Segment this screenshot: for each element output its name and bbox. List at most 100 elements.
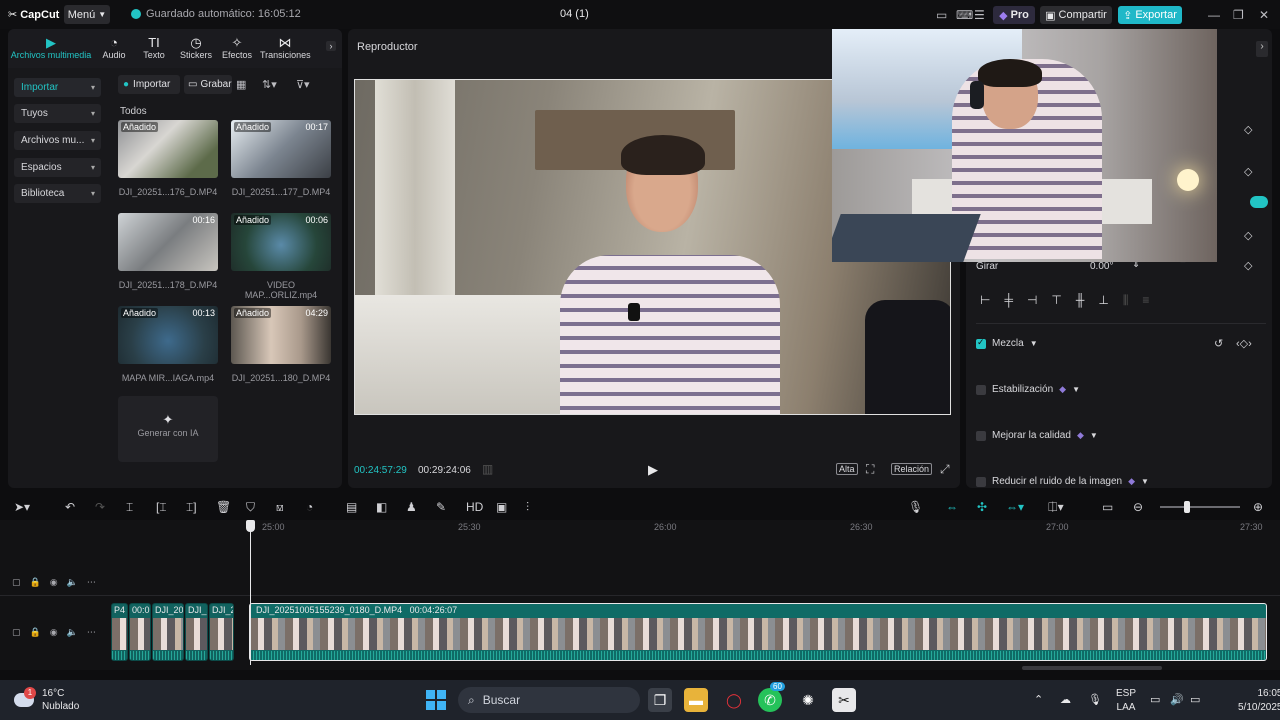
preview-axis-icon[interactable]: ⎅▾ xyxy=(1048,500,1064,515)
keyframe-icon[interactable]: ◇ xyxy=(1244,165,1252,178)
play-button[interactable]: ▶ xyxy=(648,462,658,478)
align-top-icon[interactable]: ⊤ xyxy=(1051,293,1061,308)
keyframe-icon[interactable]: ‹◇› xyxy=(1236,337,1252,350)
track-type-icon[interactable]: ▢ xyxy=(12,627,21,638)
layout-icon[interactable]: ▭ xyxy=(936,8,947,22)
sidebar-item-tuyos[interactable]: Tuyos ▾ xyxy=(14,104,101,123)
microphone-icon[interactable]: 🎙 xyxy=(908,500,923,514)
lock-icon[interactable]: 🔒 xyxy=(30,627,41,638)
chevron-up-icon[interactable]: ⌃ xyxy=(1034,693,1043,706)
magic-wand-icon[interactable]: ✎ xyxy=(436,500,446,514)
menu-lines-icon[interactable]: ☰ xyxy=(974,8,985,22)
sidebar-item-espacios[interactable]: Espacios ▾ xyxy=(14,158,101,177)
crop-icon[interactable]: ⟏ xyxy=(276,500,284,515)
auto-snap-icon[interactable]: ✣ xyxy=(977,500,987,514)
media-thumb[interactable]: Añadido 00:17 xyxy=(231,120,331,178)
tab-media[interactable]: ▶ Archivos multimedia xyxy=(10,35,92,60)
timeline-clip[interactable]: 00:0 xyxy=(129,603,151,661)
zoom-slider-track[interactable] xyxy=(1160,506,1240,508)
close-icon[interactable]: ✕ xyxy=(1259,8,1269,22)
pro-button[interactable]: ◆ Pro xyxy=(993,6,1035,24)
opera-icon[interactable]: ◯ xyxy=(722,688,746,712)
trim-right-icon[interactable]: ⌶] xyxy=(186,500,197,515)
shield-icon[interactable]: ⛉ xyxy=(246,500,255,515)
timeline-clip-selected[interactable]: DJI_20251005155239_0180_D.MP4 00:04:26:0… xyxy=(249,603,1267,661)
windows-start-button[interactable] xyxy=(426,690,446,710)
timeline-clip[interactable]: DJI_2 xyxy=(209,603,234,661)
language-indicator[interactable]: ESP LAA xyxy=(1116,687,1136,715)
grid-view-icon[interactable]: ▦ xyxy=(236,78,246,91)
align-middle-v-icon[interactable]: ╫ xyxy=(1076,293,1085,308)
system-clock[interactable]: 16:05 5/10/2025 xyxy=(1238,687,1280,715)
export-button[interactable]: ⇪ Exportar xyxy=(1118,6,1182,24)
sidebar-item-importar[interactable]: Importar ▾ xyxy=(14,78,101,97)
speaker-icon[interactable]: 🔊 xyxy=(1170,693,1184,706)
keyframe-icon[interactable]: ◇ xyxy=(1244,123,1252,136)
minimize-icon[interactable]: — xyxy=(1208,8,1220,22)
undo-icon[interactable]: ↶ xyxy=(65,500,75,514)
person-icon[interactable]: ♟ xyxy=(406,500,417,514)
capcut-taskbar-icon[interactable]: ✂ xyxy=(832,688,856,712)
volume-icon[interactable]: 🔈 xyxy=(67,577,78,588)
sidebar-item-archivos[interactable]: Archivos mu... ▾ xyxy=(14,131,101,150)
denoise-checkbox[interactable] xyxy=(976,476,986,487)
align-bottom-icon[interactable]: ⊥ xyxy=(1098,293,1108,308)
distribute-h-icon[interactable]: ⫼ xyxy=(1123,293,1129,308)
chatgpt-icon[interactable]: ✺ xyxy=(796,688,820,712)
timeline-clip[interactable]: DJI_2 xyxy=(185,603,208,661)
lock-icon[interactable]: 🔒 xyxy=(30,577,41,588)
file-explorer-icon[interactable]: ▬ xyxy=(684,688,708,712)
sidebar-item-biblioteca[interactable]: Biblioteca ▾ xyxy=(14,184,101,203)
media-thumb[interactable]: Añadido xyxy=(118,120,218,178)
zoom-slider-handle[interactable] xyxy=(1184,501,1190,513)
blend-row[interactable]: Mezcla▼ xyxy=(976,337,1038,349)
timeline-scrollbar[interactable] xyxy=(1022,666,1162,670)
align-right-icon[interactable]: ⊣ xyxy=(1027,293,1037,308)
filter-icon[interactable]: ⊽▾ xyxy=(296,78,310,91)
eye-icon[interactable]: ◉ xyxy=(50,627,58,638)
quality-button[interactable]: Alta xyxy=(836,463,858,475)
sort-icon[interactable]: ⇅▾ xyxy=(262,78,277,91)
tabs-scroll-right-button[interactable]: › xyxy=(326,41,336,51)
more-icon[interactable]: ⋯ xyxy=(87,627,96,638)
timeline-clip[interactable]: P4 xyxy=(111,603,128,661)
timeline-toggle-icon[interactable]: ▥ xyxy=(482,462,493,476)
volume-icon[interactable]: 🔈 xyxy=(67,627,78,638)
tab-transitions[interactable]: ⋈ Transiciones xyxy=(260,35,311,60)
align-left-icon[interactable]: ⊢ xyxy=(980,293,990,308)
select-cursor-icon[interactable]: ➤▾ xyxy=(14,500,30,514)
distribute-v-icon[interactable]: ≡ xyxy=(1142,293,1149,308)
enhance-checkbox[interactable] xyxy=(976,430,986,441)
monitor-icon[interactable]: ▭ xyxy=(1150,693,1160,706)
tab-text[interactable]: TI Texto xyxy=(138,35,170,60)
stabilize-row[interactable]: Estabilización ◆ ▼ xyxy=(976,384,1080,395)
tab-effects[interactable]: ✧ Efectos xyxy=(220,35,254,60)
speed-icon[interactable]: ◔ xyxy=(306,500,313,514)
zoom-out-icon[interactable]: ⊖ xyxy=(1133,500,1143,514)
keyframe-icon[interactable]: ◇ xyxy=(1244,229,1252,242)
battery-icon[interactable]: ▭ xyxy=(1190,693,1200,706)
media-thumb[interactable]: Añadido 00:06 xyxy=(231,213,331,271)
split-icon[interactable]: ⌶ xyxy=(126,500,133,515)
zoom-in-icon[interactable]: ⊕ xyxy=(1253,500,1263,514)
trim-left-icon[interactable]: [⌶ xyxy=(156,500,167,515)
onedrive-icon[interactable]: ☁ xyxy=(1060,693,1071,706)
microphone-icon[interactable]: 🎙 xyxy=(1088,693,1102,706)
mirror-icon[interactable]: ◧ xyxy=(376,500,387,514)
blend-checkbox[interactable] xyxy=(976,337,986,349)
rotate-value[interactable]: 0.00° xyxy=(1090,261,1113,272)
more-icon[interactable]: ⋯ xyxy=(87,577,96,588)
delete-icon[interactable]: 🗑 xyxy=(216,500,231,514)
track-type-icon[interactable]: ▢ xyxy=(12,577,21,588)
whatsapp-icon[interactable]: ✆ 60 xyxy=(758,682,785,712)
share-button[interactable]: ▣ Compartir xyxy=(1040,6,1112,24)
link-clip-icon[interactable]: ⇔▾ xyxy=(1006,500,1024,514)
caption-icon[interactable]: ▤ xyxy=(346,500,357,514)
reset-icon[interactable]: ↺ xyxy=(1214,337,1223,350)
task-view-icon[interactable]: ❐ xyxy=(648,688,672,712)
focus-icon[interactable]: ⛶ xyxy=(866,462,874,477)
import-button[interactable]: ● Importar xyxy=(118,75,180,94)
taskbar-search[interactable]: ⌕ Buscar xyxy=(458,687,640,713)
restore-icon[interactable]: ❐ xyxy=(1233,8,1244,22)
magnet-link-icon[interactable]: ⇔ xyxy=(946,500,958,514)
